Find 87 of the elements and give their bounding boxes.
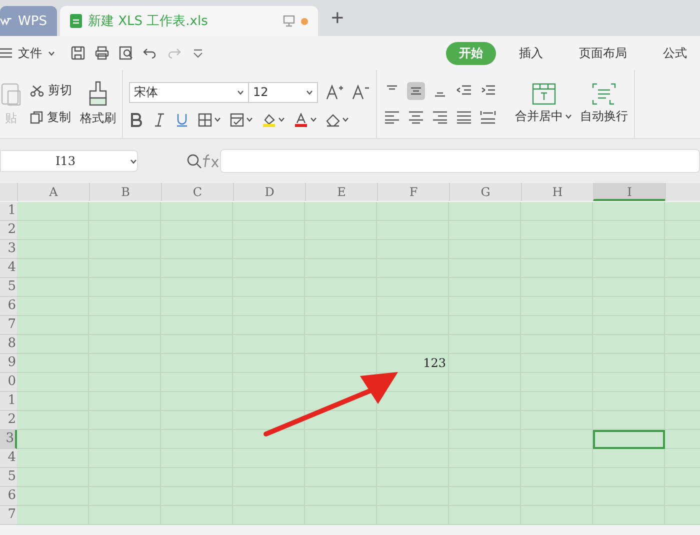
font-size-field[interactable]: 12	[248, 82, 318, 102]
column-header[interactable]: A	[17, 183, 89, 201]
brush-icon	[87, 81, 109, 107]
cut-button[interactable]: 剪切	[30, 82, 72, 99]
wrap-text-button[interactable]: 自动换行	[580, 83, 628, 125]
caret-icon	[565, 114, 572, 119]
underline-icon[interactable]	[175, 112, 189, 126]
logo-icon	[0, 15, 12, 27]
align-left-icon[interactable]	[384, 109, 400, 125]
row-header[interactable]: 1	[0, 392, 17, 411]
row-header[interactable]: 6	[0, 487, 17, 506]
row-header[interactable]: 5	[0, 468, 17, 487]
bold-icon[interactable]	[129, 112, 143, 126]
caret-icon	[237, 90, 244, 94]
caret-icon	[246, 117, 253, 122]
column-header[interactable]: H	[521, 183, 593, 201]
font-name-field[interactable]: 宋体	[129, 82, 249, 102]
row-header[interactable]: 2	[0, 221, 17, 240]
increase-font-icon[interactable]	[326, 84, 344, 100]
ribbon-tab[interactable]: 页面布局	[566, 42, 640, 64]
merge-center-button[interactable]: 合并居中	[515, 83, 572, 125]
row-header[interactable]: 0	[0, 373, 17, 392]
row-header[interactable]: 3	[0, 240, 17, 259]
undo-icon[interactable]	[143, 46, 157, 60]
spreadsheet-icon	[70, 14, 82, 28]
save-icon[interactable]	[71, 46, 85, 60]
app-tab[interactable]: WPS	[0, 6, 57, 36]
column-header[interactable]: C	[161, 183, 233, 201]
table-cell-text: 123	[422, 355, 447, 372]
caret-icon	[214, 117, 221, 122]
column-header[interactable]: D	[233, 183, 305, 201]
row-header[interactable]: 9	[0, 354, 17, 373]
document-tab[interactable]: 新建 XLS 工作表.xls	[60, 6, 318, 36]
ribbon-tab[interactable]: 公式	[650, 42, 700, 64]
ribbon-tab[interactable]: 开始	[446, 42, 496, 64]
caret-icon	[278, 117, 285, 122]
selected-cell[interactable]	[593, 430, 665, 449]
function-icon[interactable]	[202, 154, 220, 168]
zoom-icon[interactable]	[186, 153, 202, 169]
formula-field[interactable]	[220, 149, 700, 173]
copy-button[interactable]: 复制	[30, 109, 72, 126]
eraser-icon[interactable]	[326, 112, 340, 126]
monitor-icon	[283, 15, 295, 27]
align-center-icon[interactable]	[408, 109, 424, 125]
file-menu[interactable]: 文件	[0, 44, 55, 62]
column-header[interactable]: F	[377, 183, 449, 201]
format-painter-button[interactable]: 格式刷	[80, 81, 116, 127]
fill-color-icon[interactable]	[262, 112, 276, 126]
align-right-icon[interactable]	[432, 109, 448, 125]
row-header[interactable]: 5	[0, 278, 17, 297]
column-header[interactable]: I	[593, 183, 665, 201]
italic-icon[interactable]	[152, 112, 166, 126]
ribbon-tab[interactable]: 插入	[506, 42, 556, 64]
clipboard-icon	[0, 81, 22, 107]
row-header[interactable]: 7	[0, 506, 17, 525]
name-box[interactable]: I13	[0, 150, 138, 172]
distribute-icon[interactable]	[480, 109, 496, 125]
copy-icon	[30, 111, 43, 124]
borders-icon[interactable]	[198, 112, 212, 126]
caret-icon	[48, 50, 55, 56]
new-tab-button[interactable]: +	[331, 5, 344, 31]
scissors-icon	[30, 84, 44, 96]
font-color-icon[interactable]	[294, 112, 308, 126]
print-icon[interactable]	[95, 46, 109, 60]
row-header[interactable]: 2	[0, 411, 17, 430]
justify-icon[interactable]	[456, 109, 472, 125]
column-header[interactable]: E	[305, 183, 377, 201]
caret-icon	[310, 117, 317, 122]
print-preview-icon[interactable]	[119, 46, 133, 60]
wrap-text-icon	[592, 83, 616, 105]
cell-grid[interactable]: 123	[17, 202, 700, 525]
row-header[interactable]: 1	[0, 202, 17, 221]
caret-icon	[342, 117, 349, 122]
menu-icon	[0, 48, 12, 58]
column-header[interactable]: B	[89, 183, 161, 201]
caret-icon	[130, 158, 137, 164]
row-header[interactable]: 4	[0, 259, 17, 278]
row-header[interactable]: 4	[0, 449, 17, 468]
merge-cells-icon	[532, 83, 556, 105]
caret-icon	[306, 90, 313, 94]
column-header[interactable]: G	[449, 183, 521, 201]
row-header[interactable]: 8	[0, 335, 17, 354]
decrease-font-icon[interactable]	[352, 84, 370, 100]
row-header[interactable]: 6	[0, 297, 17, 316]
cell-style-icon[interactable]	[230, 112, 244, 126]
row-header[interactable]: 3	[0, 430, 17, 449]
row-header[interactable]: 7	[0, 316, 17, 335]
